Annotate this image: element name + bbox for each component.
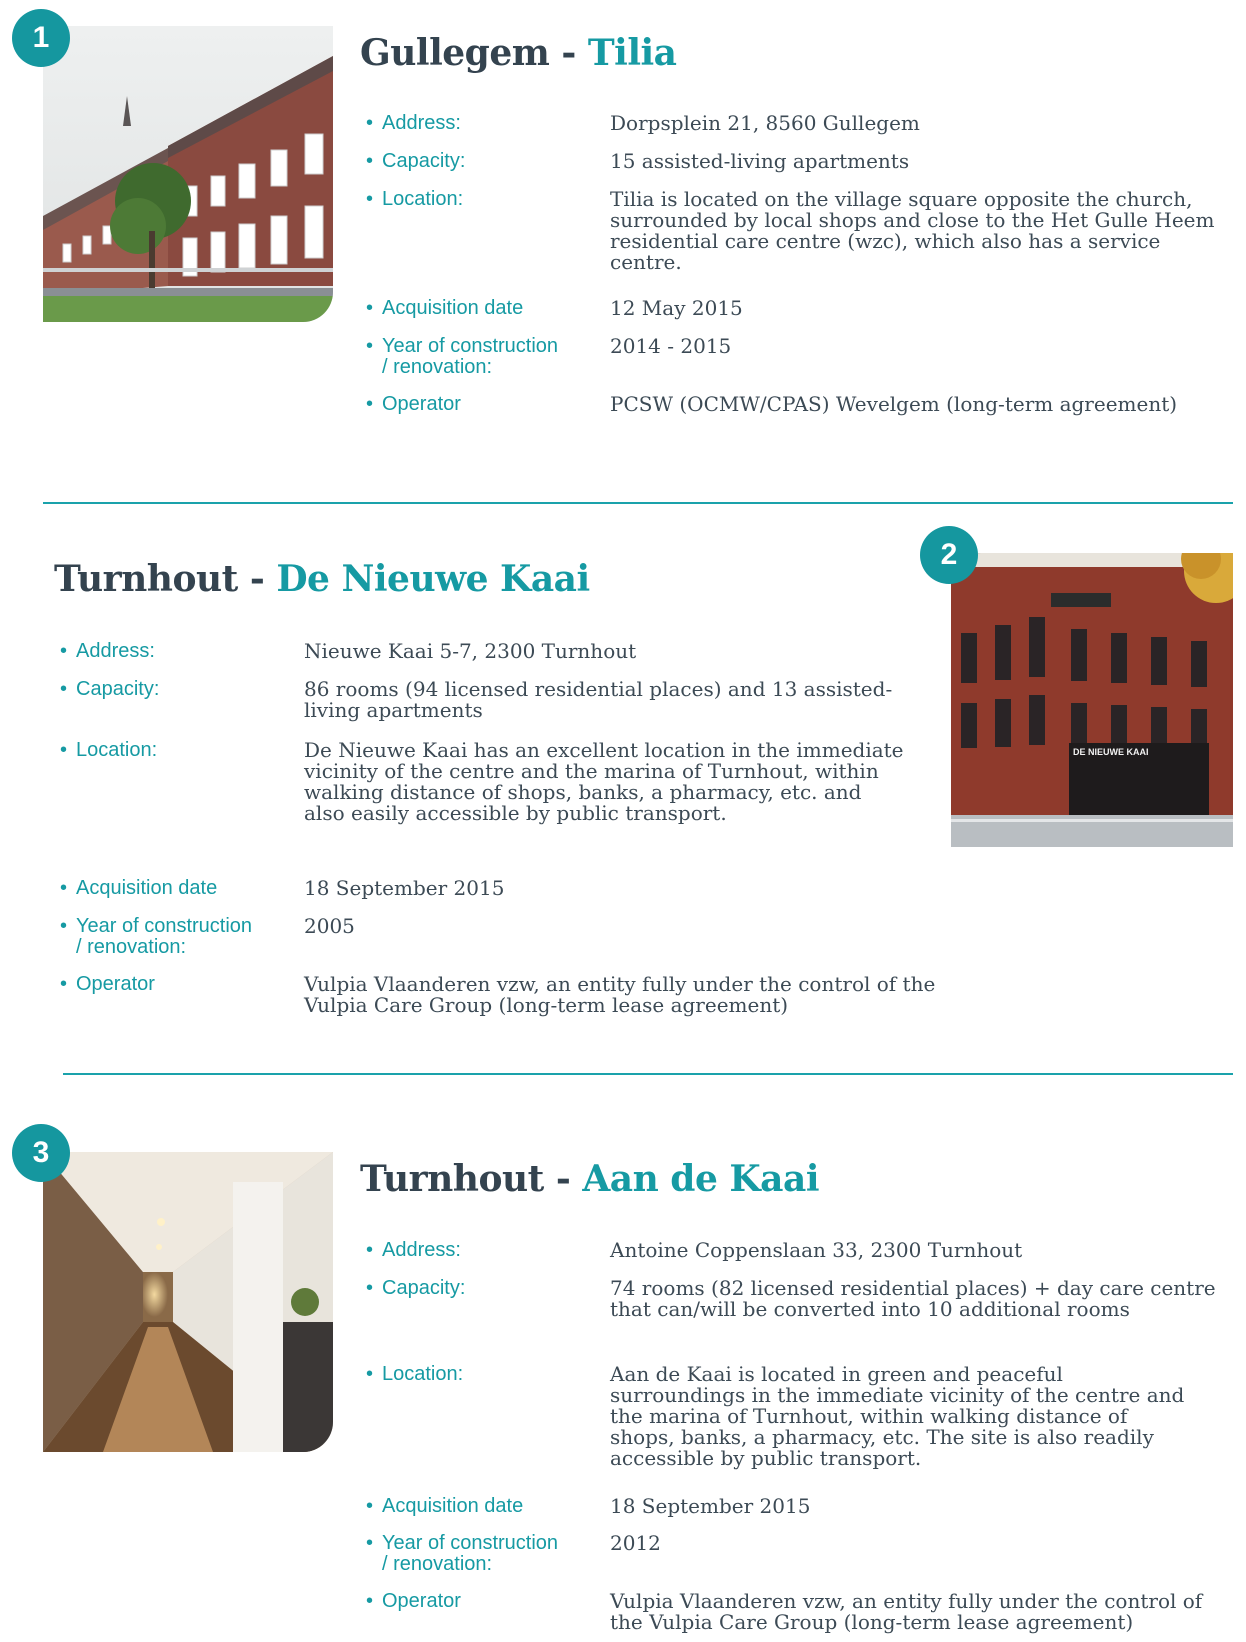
building-photo-icon [43, 26, 333, 322]
section-2-construction-value: 2005 [304, 914, 355, 938]
section-2-construction-label: • Year of construction / renovation: [60, 915, 253, 958]
section-3-address-label: • Address: [366, 1239, 461, 1261]
section-1-acquisition-label: • Acquisition date [366, 297, 524, 319]
section-3-operator-value: Vulpia Vlaanderen vzw, an entity fully u… [610, 1589, 1203, 1634]
section-2-title: Turnhout - De Nieuwe Kaai [54, 558, 590, 600]
section-1-title: Gullegem - Tilia [360, 32, 677, 74]
section-2-capacity-value: 86 rooms (94 licensed residential places… [304, 677, 893, 722]
section-3-acquisition-value: 18 September 2015 [610, 1494, 811, 1518]
section-2-location-value: De Nieuwe Kaai has an excellent location… [304, 738, 904, 825]
section-3-construction-label: • Year of construction / renovation: [366, 1532, 559, 1575]
section-2-title-separator: - [237, 558, 277, 600]
section-1-construction-value: 2014 - 2015 [610, 334, 732, 358]
section-1-acquisition-value: 12 May 2015 [610, 296, 743, 320]
section-2-number-badge: 2 [920, 526, 978, 584]
section-3-acquisition-label: • Acquisition date [366, 1495, 524, 1517]
section-3-location-value: Aan de Kaai is located in green and peac… [610, 1362, 1185, 1470]
section-2-address-label: • Address: [60, 640, 155, 662]
section-1-number-badge: 1 [12, 9, 70, 67]
section-3-city: Turnhout [360, 1158, 544, 1200]
divider-2 [63, 1073, 1233, 1075]
section-2-acquisition-value: 18 September 2015 [304, 876, 505, 900]
section-3-photo [43, 1152, 333, 1452]
divider-1 [43, 502, 1233, 504]
corridor-photo-icon [43, 1152, 333, 1452]
section-3-capacity-label: • Capacity: [366, 1277, 466, 1299]
section-2-location-label: • Location: [60, 739, 158, 761]
section-1-location-label: • Location: [366, 188, 464, 210]
section-2-operator-label: • Operator [60, 973, 155, 995]
section-2-photo: DE NIEUWE KAAI [951, 553, 1233, 847]
section-3-operator-label: • Operator [366, 1590, 461, 1612]
section-3-title-separator: - [543, 1158, 583, 1200]
section-1-photo [43, 26, 333, 322]
section-3-title: Turnhout - Aan de Kaai [360, 1158, 820, 1200]
section-2-capacity-label: • Capacity: [60, 678, 160, 700]
section-3-location-label: • Location: [366, 1363, 464, 1385]
section-1-title-separator: - [549, 32, 588, 74]
section-1-location-value: Tilia is located on the village square o… [610, 187, 1215, 274]
section-3-address-value: Antoine Coppenslaan 33, 2300 Turnhout [610, 1238, 1023, 1262]
section-3-name: Aan de Kaai [582, 1158, 820, 1200]
section-1-capacity-label: • Capacity: [366, 150, 466, 172]
section-1-address-label: • Address: [366, 112, 461, 134]
section-3-number-badge: 3 [12, 1124, 70, 1182]
section-1-capacity-value: 15 assisted-living apartments [610, 149, 910, 173]
building-sign-text: DE NIEUWE KAAI [1073, 747, 1149, 757]
section-1-name: Tilia [587, 32, 677, 74]
section-1-operator-label: • Operator [366, 393, 461, 415]
section-2-acquisition-label: • Acquisition date [60, 877, 218, 899]
section-1-address-value: Dorpsplein 21, 8560 Gullegem [610, 111, 920, 135]
section-3-capacity-value: 74 rooms (82 licensed residential places… [610, 1276, 1216, 1321]
section-2-operator-value: Vulpia Vlaanderen vzw, an entity fully u… [304, 972, 936, 1017]
section-2-address-value: Nieuwe Kaai 5-7, 2300 Turnhout [304, 639, 637, 663]
section-1-city: Gullegem [360, 32, 550, 74]
section-2-city: Turnhout [54, 558, 238, 600]
building-photo-icon: DE NIEUWE KAAI [951, 553, 1233, 847]
section-3-construction-value: 2012 [610, 1531, 661, 1555]
section-2-name: De Nieuwe Kaai [276, 558, 590, 600]
section-1-operator-value: PCSW (OCMW/CPAS) Wevelgem (long-term agr… [610, 392, 1178, 416]
section-1-construction-label: • Year of construction / renovation: [366, 335, 559, 378]
